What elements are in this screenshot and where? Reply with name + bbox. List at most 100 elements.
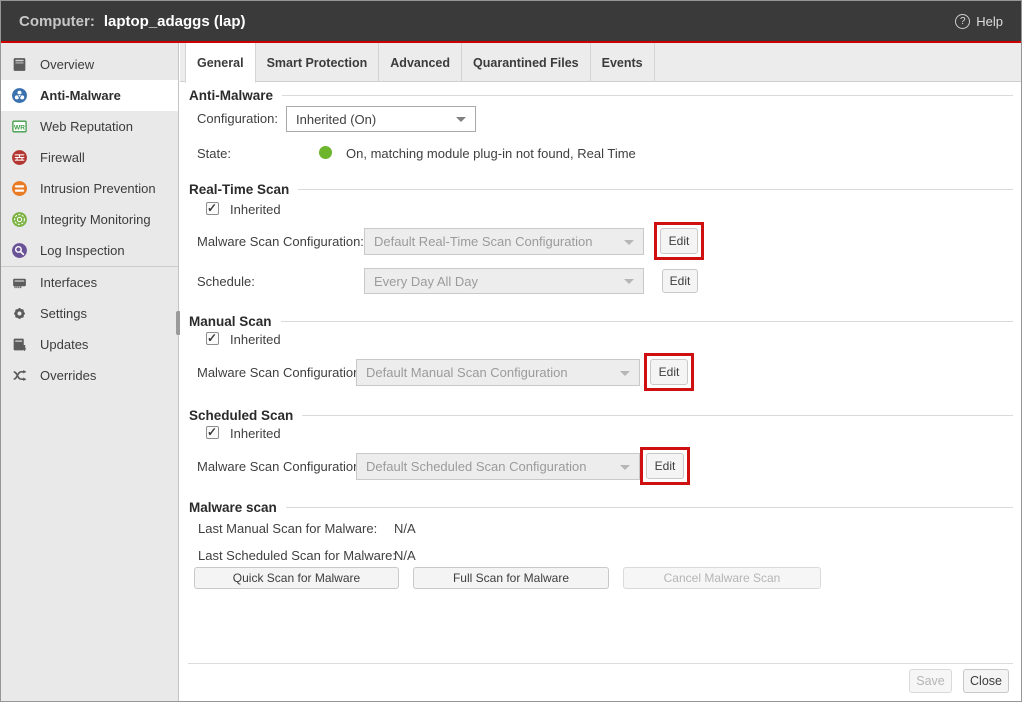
inherited-label: Inherited <box>230 332 281 347</box>
computer-details-window: Computer: laptop_adaggs (lap) ? Help Ove… <box>0 0 1022 702</box>
full-scan-button[interactable]: Full Scan for Malware <box>413 567 609 589</box>
quick-scan-button[interactable]: Quick Scan for Malware <box>194 567 399 589</box>
edit-highlight-annotation: Edit <box>644 353 694 391</box>
sidebar-item-overview[interactable]: Overview <box>1 49 178 80</box>
manual-scan-configuration-select: Default Manual Scan Configuration <box>356 359 640 386</box>
chevron-down-icon <box>624 279 634 284</box>
sidebar-item-label: Settings <box>40 306 87 321</box>
real-time-scan-configuration-value: Default Real-Time Scan Configuration <box>374 234 592 249</box>
cancel-malware-scan-button: Cancel Malware Scan <box>623 567 821 589</box>
sidebar-item-label: Intrusion Prevention <box>40 181 156 196</box>
state-text: On, matching module plug-in not found, R… <box>346 146 636 161</box>
gear-icon <box>11 305 28 322</box>
sidebar-item-interfaces[interactable]: Interfaces <box>1 267 178 298</box>
scheduled-inherited-checkbox[interactable] <box>206 426 219 439</box>
chevron-down-icon <box>620 465 630 470</box>
state-on-indicator <box>319 146 332 159</box>
scheduled-edit-button[interactable]: Edit <box>646 453 684 479</box>
sidebar: Overview Anti-Malware WR Web Reputation … <box>1 43 179 701</box>
tab-advanced[interactable]: Advanced <box>379 43 462 82</box>
sidebar-item-updates[interactable]: Updates <box>1 329 178 360</box>
last-manual-scan-value: N/A <box>394 521 416 536</box>
section-title: Malware scan <box>189 500 277 515</box>
log-inspection-icon <box>11 242 28 259</box>
real-time-scan-configuration-select: Default Real-Time Scan Configuration <box>364 228 644 255</box>
last-scheduled-scan-label: Last Scheduled Scan for Malware: <box>198 548 396 563</box>
title-prefix: Computer: <box>19 13 95 30</box>
edit-highlight-annotation: Edit <box>654 222 704 260</box>
sidebar-item-intrusion-prevention[interactable]: Intrusion Prevention <box>1 173 178 204</box>
tab-smart-protection[interactable]: Smart Protection <box>256 43 380 82</box>
help-button[interactable]: ? Help <box>955 14 1003 29</box>
tab-events[interactable]: Events <box>591 43 655 82</box>
last-scheduled-scan-value: N/A <box>394 548 416 563</box>
configuration-select[interactable]: Inherited (On) <box>286 106 476 132</box>
state-label: State: <box>197 146 231 161</box>
help-icon: ? <box>955 14 970 29</box>
section-manual-scan-header: Manual Scan <box>189 313 1013 329</box>
sidebar-item-label: Web Reputation <box>40 119 133 134</box>
manual-scan-configuration-value: Default Manual Scan Configuration <box>366 365 568 380</box>
svg-text:WR: WR <box>14 124 25 131</box>
sidebar-item-log-inspection[interactable]: Log Inspection <box>1 235 178 266</box>
edit-highlight-annotation: Edit <box>640 447 690 485</box>
overrides-icon <box>11 367 28 384</box>
schedule-edit-button[interactable]: Edit <box>662 269 698 293</box>
help-label: Help <box>976 14 1003 29</box>
section-title: Manual Scan <box>189 314 272 329</box>
footer-divider <box>188 663 1013 664</box>
real-time-inherited-checkbox[interactable] <box>206 202 219 215</box>
main-content: General Smart Protection Advanced Quaran… <box>180 43 1021 701</box>
sidebar-item-anti-malware[interactable]: Anti-Malware <box>1 80 178 111</box>
malware-scan-configuration-label: Malware Scan Configuration: <box>197 459 364 474</box>
titlebar: Computer: laptop_adaggs (lap) ? Help <box>1 1 1021 41</box>
last-manual-scan-label: Last Manual Scan for Malware: <box>198 521 377 536</box>
sidebar-item-label: Updates <box>40 337 88 352</box>
intrusion-prevention-icon <box>11 180 28 197</box>
interfaces-icon <box>11 274 28 291</box>
scheduled-scan-configuration-value: Default Scheduled Scan Configuration <box>366 459 586 474</box>
section-title: Real-Time Scan <box>189 182 289 197</box>
chevron-down-icon <box>620 371 630 376</box>
close-button[interactable]: Close <box>963 669 1009 693</box>
sidebar-item-settings[interactable]: Settings <box>1 298 178 329</box>
anti-malware-icon <box>11 87 28 104</box>
manual-edit-button[interactable]: Edit <box>650 359 688 385</box>
firewall-icon <box>11 149 28 166</box>
sidebar-item-label: Log Inspection <box>40 243 125 258</box>
section-rule <box>298 189 1013 190</box>
sidebar-item-label: Firewall <box>40 150 85 165</box>
manual-inherited-checkbox[interactable] <box>206 332 219 345</box>
schedule-value: Every Day All Day <box>374 274 478 289</box>
schedule-select: Every Day All Day <box>364 268 644 294</box>
sidebar-item-overrides[interactable]: Overrides <box>1 360 178 391</box>
sidebar-item-web-reputation[interactable]: WR Web Reputation <box>1 111 178 142</box>
web-reputation-icon: WR <box>11 118 28 135</box>
section-real-time-scan-header: Real-Time Scan <box>189 181 1013 197</box>
tab-general[interactable]: General <box>185 43 256 83</box>
tab-quarantined-files[interactable]: Quarantined Files <box>462 43 591 82</box>
section-rule <box>286 507 1013 508</box>
inherited-label: Inherited <box>230 426 281 441</box>
save-button: Save <box>909 669 952 693</box>
section-anti-malware-header: Anti-Malware <box>189 87 1013 103</box>
section-rule <box>302 415 1013 416</box>
real-time-edit-button[interactable]: Edit <box>660 228 698 254</box>
tab-panel-general: Anti-Malware Configuration: Inherited (O… <box>180 82 1021 701</box>
sidebar-item-label: Anti-Malware <box>40 88 121 103</box>
sidebar-item-firewall[interactable]: Firewall <box>1 142 178 173</box>
configuration-value: Inherited (On) <box>296 112 376 127</box>
section-malware-scan-header: Malware scan <box>189 499 1013 515</box>
scheduled-scan-configuration-select: Default Scheduled Scan Configuration <box>356 453 640 480</box>
malware-scan-configuration-label: Malware Scan Configuration: <box>197 365 364 380</box>
integrity-monitoring-icon <box>11 211 28 228</box>
section-rule <box>282 95 1013 96</box>
inherited-label: Inherited <box>230 202 281 217</box>
section-rule <box>281 321 1013 322</box>
sidebar-item-label: Overrides <box>40 368 96 383</box>
sidebar-item-label: Integrity Monitoring <box>40 212 151 227</box>
chevron-down-icon <box>624 240 634 245</box>
sidebar-item-integrity-monitoring[interactable]: Integrity Monitoring <box>1 204 178 235</box>
sidebar-item-label: Interfaces <box>40 275 97 290</box>
overview-icon <box>11 56 28 73</box>
